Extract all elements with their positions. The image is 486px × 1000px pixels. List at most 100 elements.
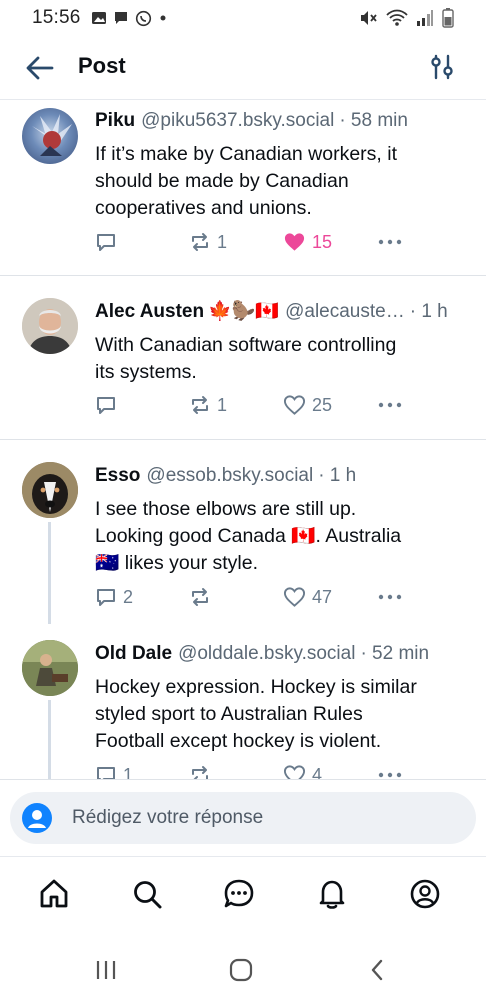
page-title: Post — [78, 53, 126, 78]
reply-button[interactable]: 1 — [95, 764, 133, 779]
post-meta: Esso @essob.bsky.social · 1 h — [95, 464, 468, 488]
author-handle[interactable]: @alecauste… — [285, 300, 405, 324]
post-text-line: With Canadian software controlling — [95, 334, 397, 356]
like-button[interactable]: 25 — [283, 394, 332, 416]
bell-icon[interactable] — [315, 877, 349, 911]
author-emoji-badges: 🍁🦫🇨🇦 — [208, 301, 280, 322]
whatsapp-icon — [135, 10, 151, 26]
sliders-icon[interactable] — [428, 53, 456, 81]
author-name[interactable]: Piku — [95, 109, 135, 133]
repost-icon — [192, 588, 208, 606]
like-button[interactable]: 15 — [283, 231, 332, 253]
heart-icon — [283, 765, 306, 779]
reply-button[interactable] — [95, 394, 123, 416]
repost-button[interactable] — [189, 586, 217, 608]
reply-count: 1 — [123, 764, 134, 780]
home-circle-icon[interactable] — [229, 958, 253, 982]
post-actions: 1 15 — [95, 231, 475, 259]
more-button[interactable] — [377, 764, 403, 779]
more-button[interactable] — [377, 394, 403, 416]
post-text: I see those elbows are still up. Looking… — [95, 496, 465, 577]
gallery-icon — [91, 12, 106, 24]
reply-button[interactable]: 2 — [95, 586, 133, 608]
avatar[interactable] — [22, 462, 78, 518]
like-button[interactable]: 47 — [283, 586, 332, 608]
thread-connector — [48, 522, 51, 624]
more-button[interactable] — [377, 231, 403, 253]
author-handle[interactable]: @essob.bsky.social — [146, 464, 313, 488]
reply-icon — [97, 234, 115, 251]
post-item[interactable]: Alec Austen 🍁🦫🇨🇦 @alecauste… · 1 h With … — [0, 276, 486, 439]
repost-button[interactable]: 1 — [189, 231, 227, 253]
post-time: · 52 min — [360, 643, 430, 664]
more-dots-icon — [378, 594, 402, 600]
recents-icon[interactable] — [94, 958, 118, 982]
message-icon — [114, 12, 127, 24]
reply-button[interactable] — [95, 231, 123, 253]
reply-icon — [97, 397, 115, 414]
post-text-line: Football except hockey is violent. — [95, 730, 382, 752]
system-navigation — [0, 940, 486, 1000]
back-chevron-icon[interactable] — [366, 958, 390, 982]
post-item[interactable]: Old Dale @olddale.bsky.social · 52 min H… — [0, 620, 486, 779]
post-time: · 1 h — [409, 301, 448, 322]
mute-icon — [361, 11, 377, 25]
bottom-nav — [0, 856, 486, 930]
reply-compose-field[interactable]: Rédigez votre réponse — [10, 792, 476, 844]
home-icon[interactable] — [37, 877, 71, 911]
like-count: 4 — [312, 764, 323, 780]
post-text-line: cooperatives and unions. — [95, 197, 312, 219]
avatar-art — [32, 114, 72, 156]
avatar[interactable] — [22, 298, 78, 354]
repost-icon — [192, 233, 208, 251]
post-meta: Old Dale @olddale.bsky.social · 52 min — [95, 642, 468, 666]
heart-icon — [283, 395, 306, 415]
avatar[interactable] — [22, 108, 78, 164]
post-text-line: styled sport to Australian Rules — [95, 703, 363, 725]
compose-divider — [0, 779, 486, 780]
like-count: 25 — [312, 394, 333, 415]
author-handle[interactable]: @olddale.bsky.social — [178, 642, 355, 666]
reply-icon — [97, 767, 115, 779]
reply-icon — [97, 589, 115, 606]
post-text: If it’s make by Canadian workers, it sho… — [95, 141, 465, 222]
author-name[interactable]: Old Dale — [95, 642, 172, 666]
avatar-art — [22, 640, 78, 696]
more-dots-icon — [378, 402, 402, 408]
signal-icon — [417, 10, 433, 26]
chat-icon[interactable] — [222, 877, 256, 911]
dot-icon — [160, 15, 166, 21]
post-text: With Canadian software controlling its s… — [95, 332, 465, 386]
search-icon[interactable] — [130, 877, 164, 911]
profile-icon[interactable] — [408, 877, 442, 911]
compose-placeholder: Rédigez votre réponse — [72, 807, 264, 828]
post-text-line: its systems. — [95, 361, 197, 383]
repost-count: 1 — [217, 394, 228, 415]
post-actions: 2 47 — [95, 586, 475, 614]
post-text-line: Hockey expression. Hockey is similar — [95, 676, 417, 698]
post-item[interactable]: Piku @piku5637.bsky.social · 58 min If i… — [0, 101, 486, 275]
like-button[interactable]: 4 — [283, 764, 322, 779]
repost-button[interactable] — [189, 764, 217, 779]
post-time: · 1 h — [318, 465, 357, 486]
post-text-line: I see those elbows are still up. — [95, 498, 357, 520]
like-count: 15 — [312, 231, 333, 252]
thread-connector — [48, 700, 51, 779]
heart-icon — [283, 587, 306, 607]
arrow-left-icon[interactable] — [24, 54, 56, 82]
repost-count: 1 — [217, 231, 228, 252]
post-item[interactable]: Esso @essob.bsky.social · 1 h I see thos… — [0, 440, 486, 624]
avatar[interactable] — [22, 640, 78, 696]
avatar-art — [22, 298, 78, 354]
more-dots-icon — [378, 239, 402, 245]
author-handle[interactable]: @piku5637.bsky.social — [141, 109, 334, 133]
post-actions: 1 4 — [95, 764, 475, 779]
author-name[interactable]: Esso — [95, 464, 140, 488]
repost-icon — [192, 396, 208, 414]
thread-feed[interactable]: Piku @piku5637.bsky.social · 58 min If i… — [0, 101, 486, 779]
post-actions: 1 25 — [95, 394, 475, 422]
repost-button[interactable]: 1 — [189, 394, 227, 416]
more-button[interactable] — [377, 586, 403, 608]
status-time: 15:56 — [32, 7, 81, 28]
author-name[interactable]: Alec Austen — [95, 300, 204, 324]
